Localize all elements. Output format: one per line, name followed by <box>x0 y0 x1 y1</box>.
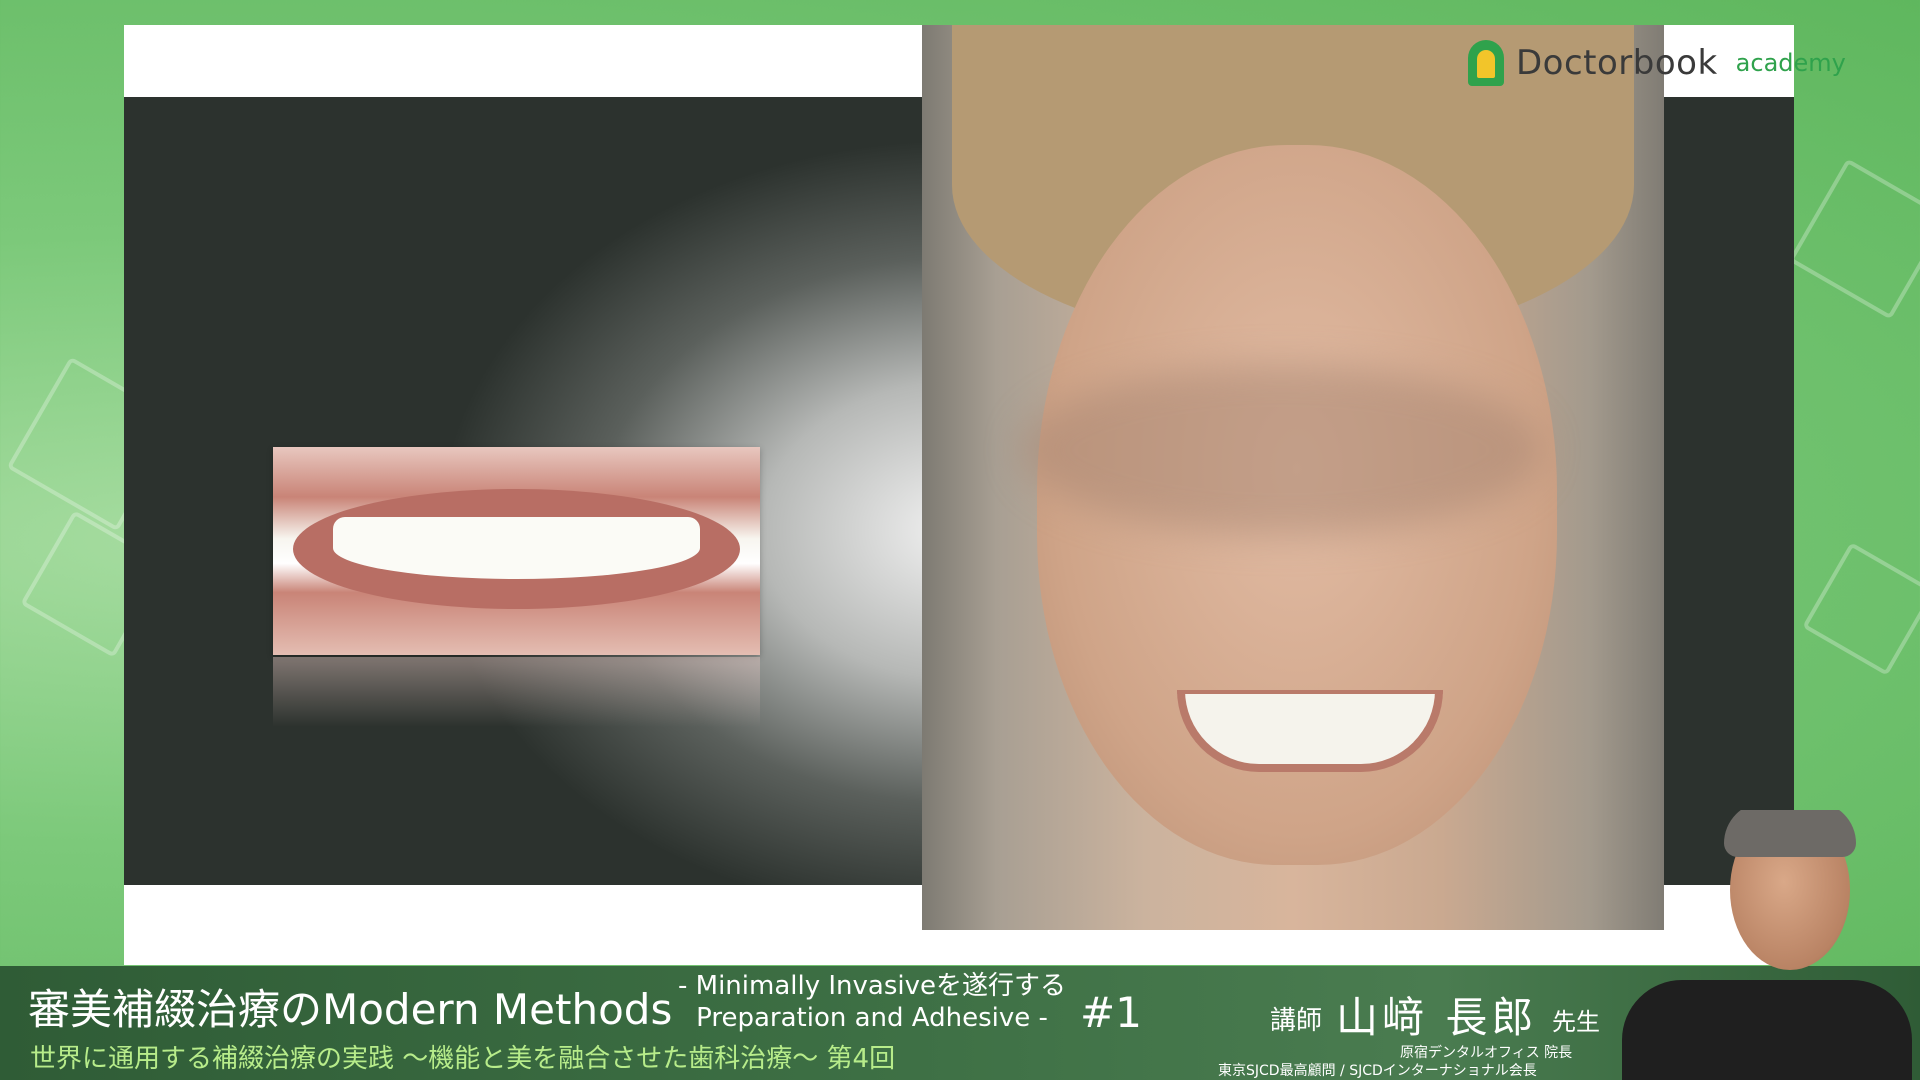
smile <box>1177 690 1443 772</box>
teeth <box>333 517 700 579</box>
photo-reflection <box>273 657 760 727</box>
episode-number: #1 <box>1080 988 1142 1037</box>
course-subtitle-line2: Preparation and Adhesive - <box>696 1003 1048 1033</box>
doctorbook-logo-icon <box>1468 40 1504 86</box>
doctorbook-logo: Doctorbook academy <box>1468 40 1846 86</box>
lecturer-label: 講師 <box>1270 1006 1323 1036</box>
privacy-blur <box>1022 365 1542 535</box>
lecturer-name: 山﨑 長郎 <box>1336 993 1538 1042</box>
course-title: 審美補綴治療のModern Methods <box>28 985 673 1034</box>
course-subtitle-line1: - Minimally Invasiveを遂行する <box>678 971 1066 1001</box>
portrait-hair <box>1724 810 1856 857</box>
smile-closeup-photo <box>273 447 760 655</box>
logo-sub: academy <box>1735 49 1846 77</box>
patient-face-photo <box>922 25 1664 930</box>
presentation-slide <box>124 25 1794 965</box>
lecturer-portrait <box>1612 810 1912 1080</box>
course-subtitle: - Minimally Invasiveを遂行する Preparation an… <box>672 970 1072 1034</box>
lecturer-position: 東京SJCD最高顧問 / SJCDインターナショナル会長 <box>1218 1063 1537 1079</box>
logo-name: Doctorbook <box>1516 43 1718 83</box>
portrait-body <box>1622 980 1912 1080</box>
hexagon-decoration <box>1802 542 1920 676</box>
hexagon-decoration <box>1788 158 1920 320</box>
series-title: 世界に通用する補綴治療の実践 〜機能と美を融合させた歯科治療〜 第4回 <box>30 1044 896 1074</box>
lecturer-affiliation: 原宿デンタルオフィス 院長 <box>1400 1045 1573 1061</box>
lecturer-honorific: 先生 <box>1552 1008 1600 1036</box>
